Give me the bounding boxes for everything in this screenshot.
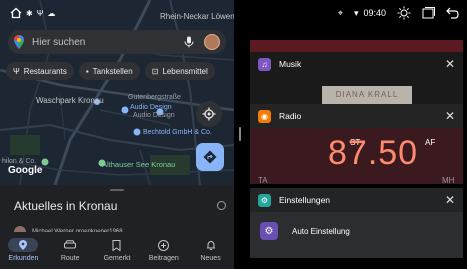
settings-preview: ⚙ Auto Einstellung (250, 212, 463, 258)
nav-neues[interactable]: Neues (187, 232, 234, 269)
cart-icon: ⊡ (151, 66, 159, 76)
chip-label: Lebensmittel (162, 66, 208, 76)
bell-icon (206, 240, 215, 250)
fork-knife-icon: Ψ (13, 66, 20, 76)
settings-item-auto[interactable]: ⚙ Auto Einstellung (260, 222, 350, 240)
bluetooth-icon: ✱ (26, 8, 33, 18)
maps-app: ✱ Ψ ☁ Rhein-Neckar Löwen Hier suchen Ψ R… (0, 0, 234, 269)
nav-label: Route (60, 255, 80, 262)
bookmark-icon (112, 239, 121, 251)
info-icon[interactable] (217, 201, 226, 210)
my-location-button[interactable] (196, 101, 222, 127)
nav-label: Gemerkt (103, 255, 131, 262)
nav-label: Erkunden (8, 255, 39, 262)
google-logo: Google (8, 165, 43, 176)
card-header: ♫ Musik ✕ (250, 52, 463, 76)
search-bar[interactable]: Hier suchen (8, 30, 226, 54)
chip-restaurants[interactable]: Ψ Restaurants (6, 62, 74, 80)
avatar[interactable] (204, 34, 220, 50)
map-label-rhein-neckar: Rhein-Neckar Löwen (160, 12, 234, 21)
unit-label: MH (442, 176, 455, 185)
map-label-audio-design: Audio Design (130, 104, 172, 111)
directions-button[interactable] (196, 143, 224, 171)
recent-card-musik[interactable]: ♫ Musik ✕ DIANA KRALL (250, 52, 463, 104)
directions-icon (203, 150, 217, 164)
ta-label: TA (258, 176, 268, 185)
wifi-icon: ▾ (353, 7, 359, 18)
cloud-icon: ☁ (47, 8, 56, 18)
nav-label: Neues (200, 255, 221, 262)
recent-apps-panel: ⌖ ▾ 09:40 ♫ Musik ✕ DIANA KRALL ◉ Radio … (246, 0, 467, 269)
nav-beitragen[interactable]: Beitragen (140, 232, 187, 269)
chip-lebensmittel[interactable]: ⊡ Lebensmittel (144, 62, 215, 80)
sheet-title: Aktuelles in Kronau (14, 199, 118, 213)
card-title: Radio (279, 111, 302, 121)
status-bar: ⌖ ▾ 09:40 (246, 0, 467, 26)
home-icon[interactable] (10, 7, 22, 19)
close-icon[interactable]: ✕ (445, 193, 455, 207)
musik-card-backdrop (250, 40, 463, 52)
close-icon[interactable]: ✕ (445, 57, 455, 71)
af-label: AF (425, 138, 436, 147)
card-header: ⚙ Einstellungen ✕ (250, 188, 463, 212)
card-title: Einstellungen (279, 195, 331, 205)
map-label-gutenberg: Gutenbergstraße (128, 94, 181, 101)
bottom-navigation: Erkunden Route Gemerkt Beitragen Neues (0, 232, 234, 269)
maps-logo-icon (14, 35, 24, 49)
nav-label: Beitragen (148, 255, 179, 262)
brightness-icon[interactable] (397, 6, 411, 20)
map-label-bechtold: Bechtold GmbH & Co. (143, 129, 212, 136)
album-art: DIANA KRALL (322, 86, 412, 104)
map-label-audio-design-2: Audio Design (133, 112, 175, 119)
location-icon: ⌖ (337, 7, 343, 18)
recent-card-einstellungen[interactable]: ⚙ Einstellungen ✕ ⚙ Auto Einstellung (250, 188, 463, 258)
gear-icon: ⚙ (260, 222, 278, 240)
card-header: ◉ Radio ✕ (250, 104, 463, 128)
radio-icon: ◉ (258, 109, 271, 123)
nav-route[interactable]: Route (47, 232, 94, 269)
card-title: Musik (279, 59, 302, 69)
map-label-althauser: Althauser See Kronau (102, 160, 176, 169)
location-pin-icon (19, 240, 28, 250)
map-label-waschpark: Waschpark Kronau (36, 96, 104, 105)
recent-apps-icon[interactable] (422, 7, 435, 19)
divider-handle[interactable] (239, 127, 241, 141)
search-input[interactable]: Hier suchen (32, 37, 184, 48)
music-note-icon: ♫ (258, 57, 271, 71)
gas-station-icon: ▪ (85, 66, 89, 76)
crosshair-icon (202, 107, 216, 121)
nav-erkunden[interactable]: Erkunden (0, 232, 47, 269)
nav-gemerkt[interactable]: Gemerkt (94, 232, 141, 269)
split-screen-divider[interactable] (234, 0, 246, 269)
chip-tankstellen[interactable]: ▪ Tankstellen (78, 62, 140, 80)
sheet-handle[interactable] (110, 189, 124, 191)
car-icon (64, 240, 77, 249)
radio-frequency: 87.50 (328, 134, 419, 172)
map-label-hilton: hilon & Co. (2, 158, 37, 165)
close-icon[interactable]: ✕ (445, 109, 455, 123)
chip-label: Restaurants (23, 66, 67, 76)
settings-item-label: Auto Einstellung (292, 226, 350, 236)
mic-icon[interactable] (184, 36, 194, 48)
recent-card-radio[interactable]: ◉ Radio ✕ ST AF TA MH 87.50 (250, 104, 463, 185)
status-icons-left: ✱ Ψ ☁ (10, 6, 55, 20)
back-icon[interactable] (446, 7, 459, 19)
plus-circle-icon (158, 239, 170, 251)
clock: 09:40 (363, 8, 386, 18)
settings-gear-icon: ⚙ (258, 193, 271, 207)
chip-label: Tankstellen (92, 66, 133, 76)
usb-icon: Ψ (36, 8, 44, 18)
category-chips: Ψ Restaurants ▪ Tankstellen ⊡ Lebensmitt… (6, 62, 215, 80)
